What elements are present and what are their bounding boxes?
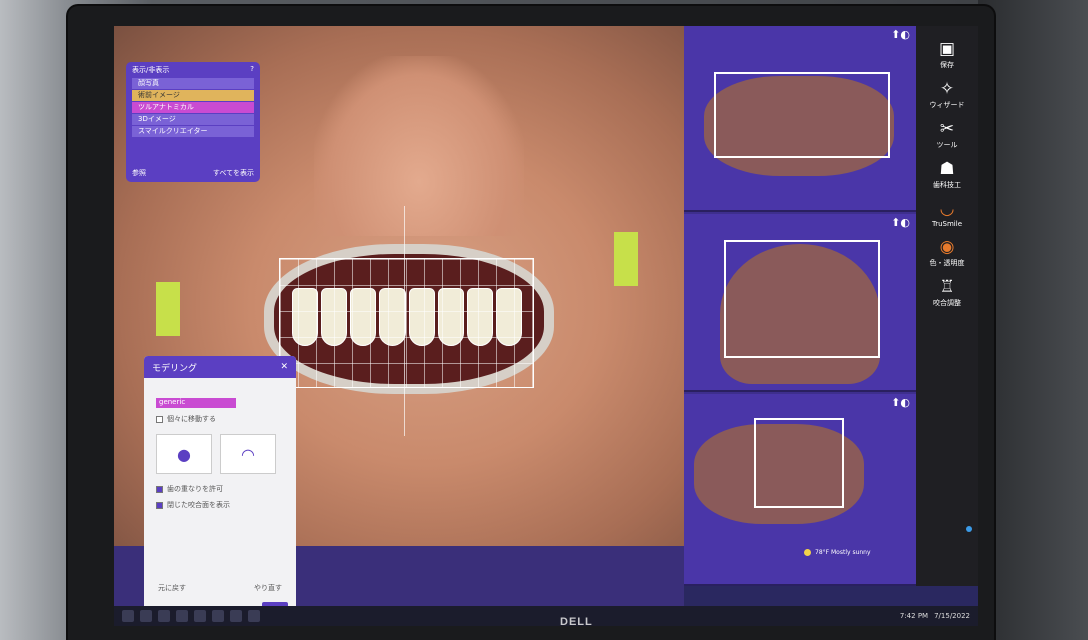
toolbar-trusmile[interactable]: ◡ TruSmile <box>920 200 974 228</box>
facial-midline[interactable] <box>404 206 405 436</box>
3d-view-occlusal[interactable]: ⬆◐ <box>684 214 916 392</box>
tray-status: 78°F Mostly sunny <box>684 540 978 564</box>
tools-icon: ✂ <box>939 119 955 139</box>
color-icon: ◉ <box>939 237 955 257</box>
app-icon[interactable] <box>230 610 242 622</box>
toolbar-teeth[interactable]: ☗ 歯科技工 <box>920 160 974 190</box>
toolbar-label: 保存 <box>940 61 954 69</box>
toolbar-label: ウィザード <box>929 101 965 109</box>
show-all-link[interactable]: すべてを表示 <box>213 168 254 178</box>
edge-icon[interactable] <box>176 610 188 622</box>
brand-logo: DELL <box>560 616 593 628</box>
toolbar-tools[interactable]: ✂ ツール <box>920 120 974 150</box>
teeth-icon: ☗ <box>939 159 955 179</box>
tooth-shape-thumbnail[interactable]: ● <box>156 434 212 474</box>
background-right <box>978 0 1088 640</box>
bounding-box[interactable] <box>714 72 890 158</box>
tooth-outline-icon: ◠ <box>241 444 255 464</box>
app-icon[interactable] <box>248 610 260 622</box>
toolbar-label: ツール <box>936 141 958 149</box>
search-icon[interactable] <box>140 610 152 622</box>
reference-toggle[interactable]: 参照 <box>132 168 146 178</box>
undo-button[interactable]: 元に戻す <box>152 580 192 596</box>
view-rotate-icon[interactable]: ⬆◐ <box>891 396 910 409</box>
weather-icon <box>804 548 811 556</box>
3d-view-front[interactable]: ⬆◐ <box>684 26 916 212</box>
toolbar-label: 色・透明度 <box>929 259 965 267</box>
toolbar-label: TruSmile <box>931 220 963 228</box>
folder-icon[interactable] <box>194 610 206 622</box>
toolbar-save[interactable]: ▣ 保存 <box>920 40 974 70</box>
visibility-item[interactable]: ツルアナトミカル <box>132 102 254 113</box>
tooth-icon: ♖ <box>939 277 955 297</box>
main-toolbar: ▣ 保存 ✧ ウィザード ✂ ツール ☗ 歯科技工 ◡ TruSmile ◉ 色… <box>916 26 978 586</box>
toolbar-label: 歯科技工 <box>933 181 961 189</box>
smile-grid-overlay[interactable] <box>279 258 534 388</box>
close-icon[interactable]: ✕ <box>280 362 288 372</box>
help-icon[interactable]: ? <box>250 65 254 73</box>
trusmile-icon: ◡ <box>939 199 955 219</box>
bounding-box[interactable] <box>754 418 844 508</box>
visibility-panel-title: 表示/非表示 <box>132 66 170 74</box>
visibility-item[interactable]: 術前イメージ <box>132 90 254 101</box>
checkbox[interactable] <box>156 501 163 509</box>
checkbox-label: 個々に移動する <box>167 415 216 423</box>
taskview-icon[interactable] <box>158 610 170 622</box>
toolbar-label: 咬合調整 <box>933 299 961 307</box>
nose-shading <box>314 56 524 236</box>
visibility-item[interactable]: スマイルクリエイター <box>132 126 254 137</box>
retractor-marker-left <box>156 282 180 336</box>
toolbar-occlusion[interactable]: ♖ 咬合調整 <box>920 278 974 308</box>
checkbox[interactable] <box>156 415 163 423</box>
bounding-box[interactable] <box>724 240 880 358</box>
checkbox[interactable] <box>156 485 163 493</box>
view-rotate-icon[interactable]: ⬆◐ <box>891 28 910 41</box>
modeling-panel-title: モデリング <box>152 363 198 374</box>
checkbox-label: 閉じた咬合面を表示 <box>167 501 230 509</box>
view-rotate-icon[interactable]: ⬆◐ <box>891 216 910 229</box>
clock-date: 7/15/2022 <box>934 612 970 620</box>
library-name-field[interactable]: generic <box>156 398 236 408</box>
weather-text: 78°F Mostly sunny <box>815 548 871 556</box>
visibility-item[interactable]: 顔写真 <box>132 78 254 89</box>
visibility-panel: 表示/非表示 ? 顔写真 術前イメージ ツルアナトミカル 3Dイメージ スマイル… <box>126 62 260 182</box>
wizard-icon: ✧ <box>939 79 955 99</box>
power-led <box>966 526 972 532</box>
toolbar-wizard[interactable]: ✧ ウィザード <box>920 80 974 110</box>
visibility-item[interactable]: 3Dイメージ <box>132 114 254 125</box>
save-icon: ▣ <box>938 39 956 59</box>
monitor-screen: 表示/非表示 ? 顔写真 術前イメージ ツルアナトミカル 3Dイメージ スマイル… <box>114 26 978 626</box>
clock-time: 7:42 PM <box>899 612 929 620</box>
tooth-shape-thumbnail[interactable]: ◠ <box>220 434 276 474</box>
3d-view-panels: ⬆◐ ⬆◐ ⬆◐ <box>684 26 916 586</box>
modeling-panel: モデリング ✕ generic 個々に移動する ● ◠ 歯の重なりを許可 閉じた… <box>144 356 296 626</box>
taskbar: 7:42 PM 7/15/2022 <box>114 606 978 626</box>
start-icon[interactable] <box>122 610 134 622</box>
retractor-marker-right <box>614 232 638 286</box>
redo-button[interactable]: やり直す <box>248 580 288 596</box>
tooth-icon: ● <box>177 444 191 464</box>
toolbar-color[interactable]: ◉ 色・透明度 <box>920 238 974 268</box>
checkbox-label: 歯の重なりを許可 <box>167 485 223 493</box>
store-icon[interactable] <box>212 610 224 622</box>
